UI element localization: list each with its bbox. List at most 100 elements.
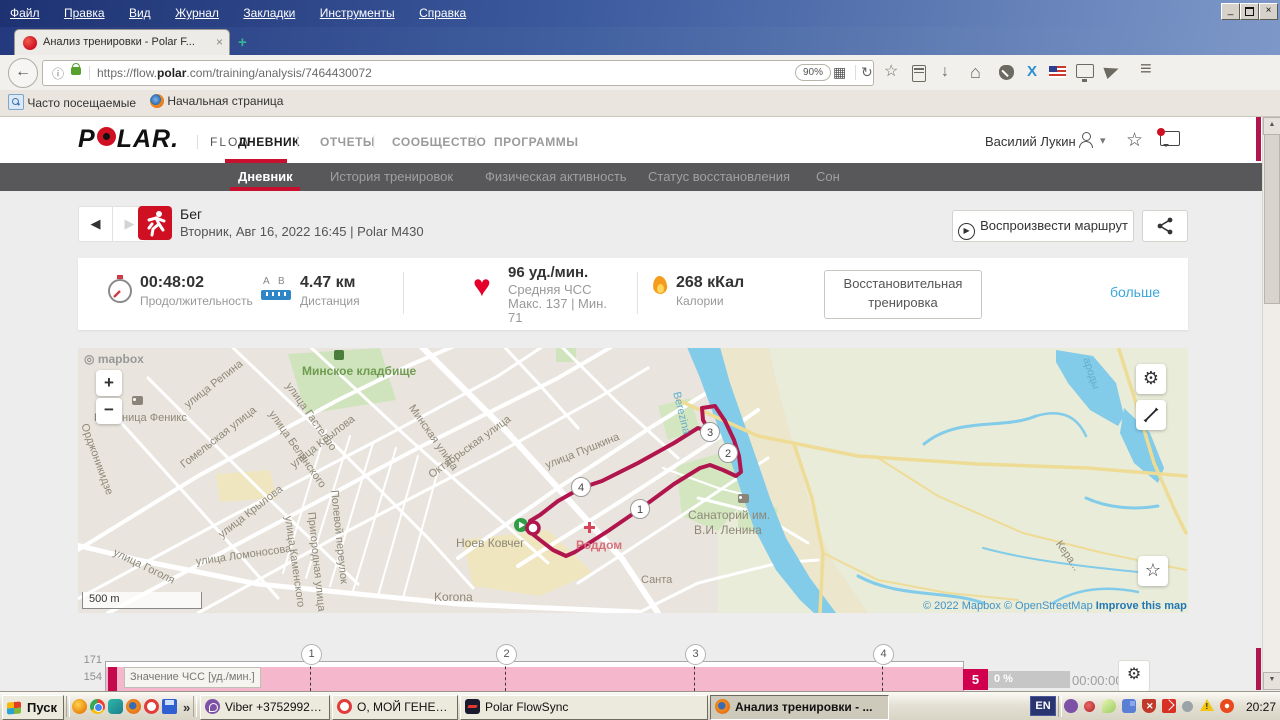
quicklaunch-overflow[interactable]: » (183, 700, 190, 715)
user-name[interactable]: Василий Лукин (985, 134, 1076, 149)
tray-target-icon[interactable] (1220, 699, 1234, 713)
hamburger-menu-icon[interactable]: ≡ (1140, 60, 1152, 78)
lock-icon[interactable] (71, 67, 81, 75)
quicklaunch-save-icon[interactable] (162, 699, 177, 714)
downloads-icon[interactable]: ↓ (941, 63, 949, 81)
quicklaunch-chrome-icon[interactable] (90, 699, 105, 714)
user-caret-icon[interactable]: ▾ (1100, 134, 1106, 147)
reading-list-icon[interactable] (912, 65, 926, 82)
menu-edit[interactable]: Правка (54, 0, 115, 20)
tray-warning-icon[interactable]: ! (1200, 699, 1214, 711)
url-bar[interactable]: ⓘ https://flow.polar.com/training/analys… (42, 60, 874, 86)
quicklaunch-2gis-icon[interactable] (108, 699, 123, 714)
hospital-cross-icon (584, 522, 595, 533)
taskbar-divider (66, 696, 70, 717)
vertical-scrollbar[interactable]: ▲ ▼ (1262, 117, 1280, 690)
menu-help[interactable]: Справка (409, 0, 476, 20)
quicklaunch-aimp-icon[interactable] (72, 699, 87, 714)
restore-button[interactable] (1240, 3, 1259, 20)
menu-view[interactable]: Вид (119, 0, 161, 20)
tray-webcam-icon[interactable] (1182, 701, 1193, 712)
nav-diary[interactable]: ДНЕВНИК (238, 135, 300, 149)
attribution-text[interactable]: © 2022 Mapbox © OpenStreetMap (923, 600, 1096, 612)
info-icon[interactable]: ⓘ (52, 65, 64, 82)
menu-bookmarks[interactable]: Закладки (233, 0, 305, 20)
scrollbar-thumb[interactable] (1264, 134, 1280, 304)
task-viber[interactable]: Viber +375299201085 (200, 695, 330, 720)
bookmark-frequent[interactable]: Часто посещаемые (8, 94, 136, 110)
home-icon[interactable]: ⌂ (970, 63, 981, 81)
menu-file[interactable]: Файл (0, 0, 50, 20)
task-polar-flowsync[interactable]: Polar FlowSync (460, 695, 708, 720)
pocket-icon[interactable] (999, 65, 1014, 80)
qr-grid-icon[interactable]: ▦ (833, 64, 846, 81)
route-map[interactable]: 1 2 3 4 Минское кладбище улица Репина ул… (78, 348, 1188, 613)
tray-flash-icon[interactable] (1162, 699, 1176, 713)
polar-logo[interactable]: PLAR. (78, 125, 179, 154)
send-tab-icon[interactable] (1103, 63, 1120, 79)
tab-close-icon[interactable]: × (216, 35, 223, 49)
user-avatar-icon[interactable] (1078, 132, 1094, 148)
chart-marker-line (505, 661, 506, 691)
reload-icon[interactable]: ↻ (861, 64, 873, 81)
task-firefox-analysis[interactable]: Анализ тренировки - ... (710, 695, 889, 720)
hr-chart[interactable]: Значение ЧСС [уд./мин.] (105, 661, 964, 693)
us-flag-icon[interactable] (1049, 66, 1066, 78)
notifications-icon[interactable] (1160, 131, 1180, 146)
map-zoom-in-button[interactable]: + (96, 370, 122, 396)
chart-marker-line (694, 661, 695, 691)
chart-settings-button[interactable]: ⚙ (1118, 660, 1150, 692)
tab-training-analysis[interactable]: Анализ тренировки - Polar F... × (14, 29, 230, 56)
scroll-down-icon[interactable]: ▼ (1263, 672, 1280, 690)
prev-session-button[interactable]: ◀ (78, 206, 113, 242)
more-link[interactable]: больше (1110, 284, 1160, 300)
back-button[interactable]: ← (8, 58, 38, 88)
duration-value: 00:48:02 (140, 274, 204, 292)
menu-tools[interactable]: Инструменты (310, 0, 405, 20)
task-opera-general[interactable]: О, МОЙ ГЕНЕРАЛ 9 Сер... (332, 695, 458, 720)
minimize-button[interactable]: _ (1221, 3, 1240, 20)
tray-viber-icon[interactable] (1064, 699, 1078, 713)
mapbox-logo[interactable]: ◎ mapbox (84, 352, 144, 366)
tray-leaf-icon[interactable] (1102, 699, 1116, 713)
nav-community[interactable]: СООБЩЕСТВО (392, 135, 486, 149)
map-fullscreen-button[interactable] (1136, 400, 1166, 430)
quicklaunch-firefox-icon[interactable] (126, 699, 141, 714)
close-button[interactable]: × (1259, 3, 1278, 20)
share-icon (1155, 216, 1175, 236)
play-route-button[interactable]: ▶Воспроизвести маршрут (952, 210, 1134, 242)
favorites-star-icon[interactable]: ☆ (1126, 129, 1143, 152)
improve-map-link[interactable]: Improve this map (1096, 600, 1187, 612)
subnav-recovery[interactable]: Статус восстановления (648, 169, 790, 184)
scroll-up-icon[interactable]: ▲ (1263, 117, 1280, 135)
subnav-diary[interactable]: Дневник (238, 169, 293, 184)
subnav-sleep[interactable]: Сон (816, 169, 840, 184)
bookmark-home[interactable]: Начальная страница (150, 94, 283, 108)
new-tab-button[interactable]: + (238, 34, 247, 51)
subnav-history[interactable]: История тренировок (330, 169, 453, 184)
screenshot-monitor-icon[interactable] (1076, 64, 1094, 78)
nav-programs[interactable]: ПРОГРАММЫ (494, 135, 578, 149)
hr-value: 96 уд./мин. (508, 264, 588, 281)
zoom-level-badge[interactable]: 90% (795, 64, 831, 81)
bookmark-star-icon[interactable]: ☆ (884, 63, 898, 81)
tray-puzzle-icon[interactable] (1122, 699, 1136, 713)
map-settings-button[interactable]: ⚙ (1136, 364, 1166, 394)
tray-shield-icon[interactable]: ✕ (1142, 699, 1156, 713)
x-extension-icon[interactable]: X (1027, 63, 1037, 81)
map-favorite-button[interactable]: ☆ (1138, 556, 1168, 586)
share-button[interactable] (1142, 210, 1188, 242)
map-label: В.И. Ленина (694, 523, 762, 537)
nav-reports[interactable]: ОТЧЕТЫ (320, 135, 375, 149)
menu-history[interactable]: Журнал (165, 0, 229, 20)
url-text[interactable]: https://flow.polar.com/training/analysis… (97, 66, 372, 80)
tab-bar: Анализ тренировки - Polar F... × + (0, 27, 1280, 55)
taskbar: Пуск » Viber +375299201085 О, МОЙ ГЕНЕРА… (0, 691, 1280, 720)
map-label: Санта (641, 574, 672, 586)
language-indicator[interactable]: EN (1030, 696, 1056, 716)
subnav-activity[interactable]: Физическая активность (485, 169, 627, 184)
start-button[interactable]: Пуск (2, 695, 64, 720)
quicklaunch-opera-icon[interactable] (144, 699, 159, 714)
tray-red-icon[interactable] (1084, 701, 1095, 712)
map-zoom-out-button[interactable]: − (96, 398, 122, 424)
